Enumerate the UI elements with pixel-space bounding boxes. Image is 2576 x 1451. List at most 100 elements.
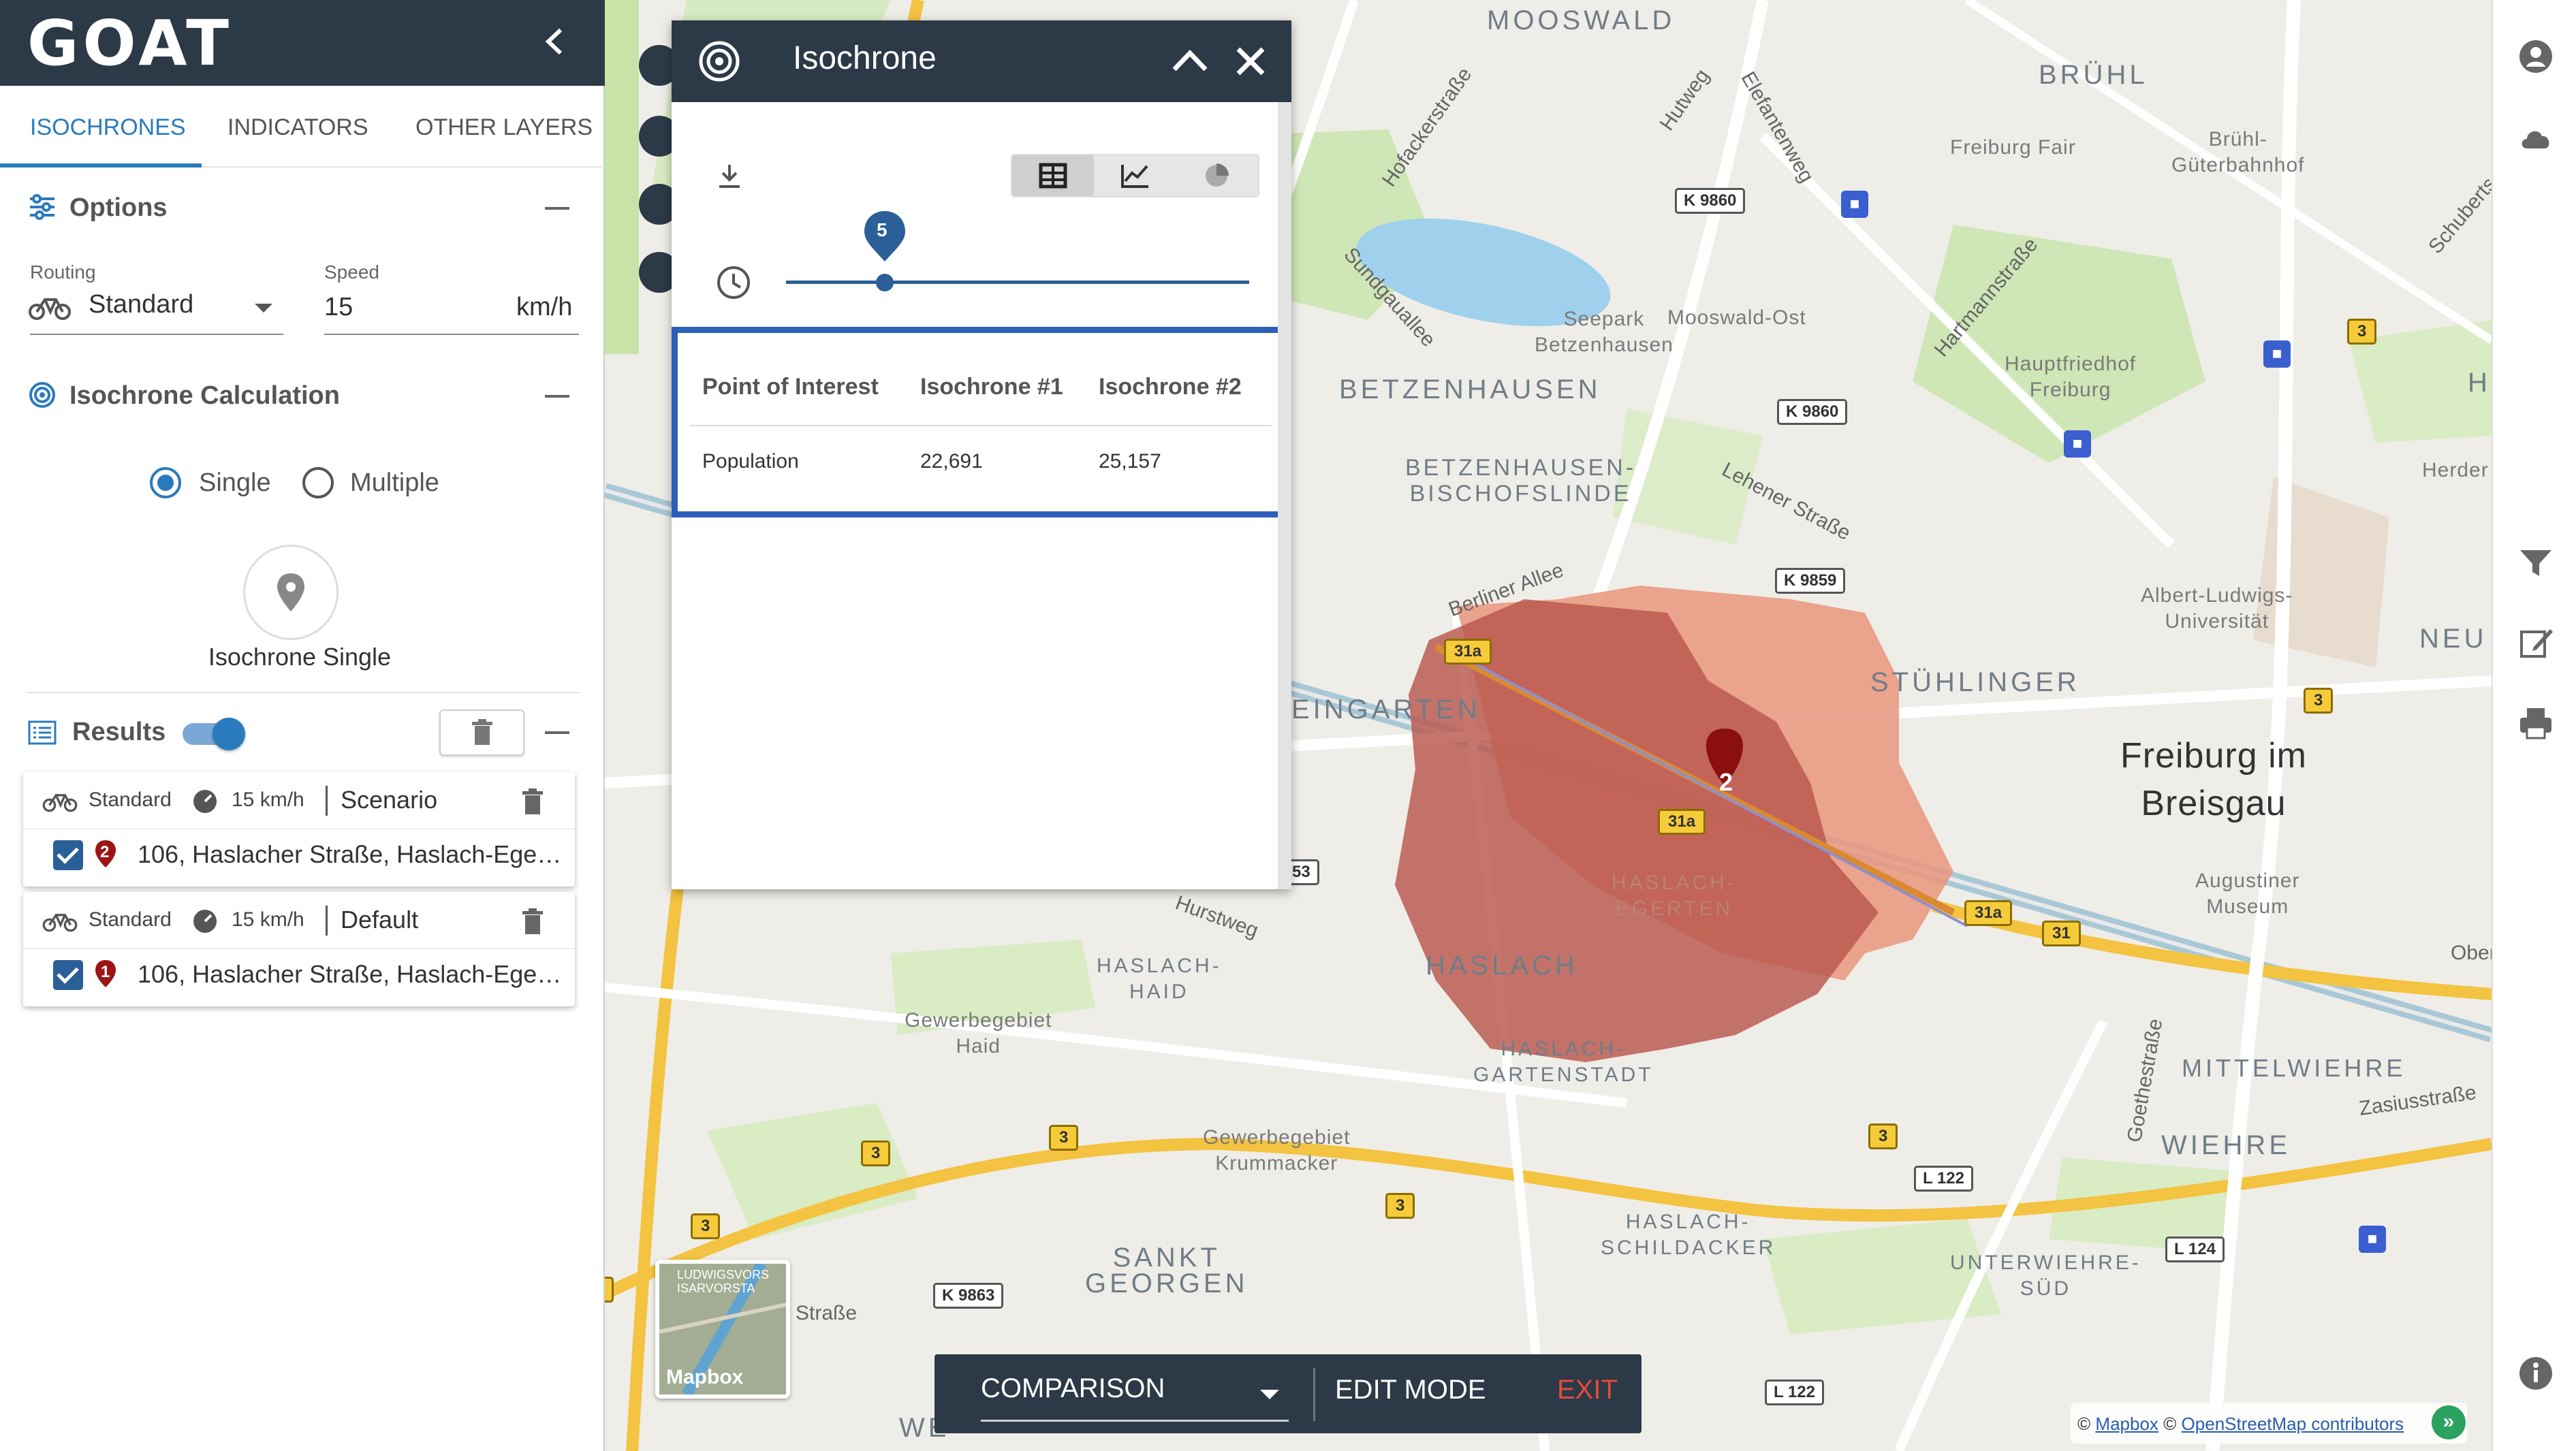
right-toolbar <box>2492 0 2576 1451</box>
basemap-thumb-label: Mapbox <box>666 1366 744 1388</box>
goat-logo: GOAT <box>27 7 234 80</box>
result-routing: Standard <box>89 908 172 931</box>
download-icon[interactable] <box>714 161 745 192</box>
mode-select[interactable]: COMPARISON <box>981 1373 1165 1404</box>
edit-mode-button[interactable]: EDIT MODE <box>1335 1375 1486 1405</box>
mode-select-underline <box>981 1420 1289 1422</box>
single-radio[interactable] <box>150 467 181 498</box>
table-header-row: Point of Interest Isochrone #1 Isochrone… <box>690 349 1272 426</box>
road-shield: L 124 <box>2165 1237 2225 1262</box>
result-card[interactable]: Standard 15 km/h Default 1 106, Haslache… <box>23 892 575 1006</box>
results-visibility-toggle[interactable] <box>183 718 245 750</box>
map-label-bruhl-guterbahnhof: Brühl- Güterbahnhof <box>2171 128 2305 176</box>
result-checkbox[interactable] <box>53 960 83 990</box>
map-label-neu: NEU <box>2419 624 2487 654</box>
tab-other-layers[interactable]: OTHER LAYERS <box>415 114 593 141</box>
table-view-button[interactable] <box>1012 155 1094 196</box>
map-label-haslach-egerten: HASLACH- EGERTEN <box>1612 872 1737 920</box>
map-label-gewerbe-haid: Gewerbegebiet Haid <box>905 1009 1052 1057</box>
collapse-panel-button[interactable] <box>541 25 569 64</box>
info-icon[interactable] <box>2517 1355 2554 1392</box>
osm-link[interactable]: OpenStreetMap contributors <box>2182 1414 2404 1434</box>
speedometer-icon <box>193 910 217 933</box>
result-type: Scenario <box>341 786 438 814</box>
result-speed: 15 km/h <box>232 788 304 811</box>
filter-icon[interactable] <box>2517 545 2554 581</box>
attribution-prefix-2: © <box>2163 1414 2177 1434</box>
attribution-expand-button[interactable]: » <box>2432 1405 2466 1439</box>
road-shield: 3 <box>1049 1125 1079 1151</box>
chevron-up-icon[interactable] <box>1170 46 1210 76</box>
map-attribution: © Mapbox © OpenStreetMap contributors » <box>2071 1403 2467 1444</box>
routing-underline <box>30 334 283 335</box>
road-shield: 3 <box>1868 1123 1898 1149</box>
speedometer-icon <box>193 790 217 813</box>
table-header: Point of Interest <box>690 349 908 426</box>
bicycle-icon <box>42 914 78 932</box>
results-table: Point of Interest Isochrone #1 Isochrone… <box>690 349 1272 496</box>
time-slider-thumb[interactable] <box>876 274 894 291</box>
list-icon <box>28 720 57 745</box>
results-collapse-button[interactable] <box>545 731 569 734</box>
multiple-radio-label: Multiple <box>350 468 439 497</box>
bicycle-icon <box>29 298 71 320</box>
bottom-bar-separator <box>1313 1368 1315 1421</box>
single-radio-label: Single <box>199 468 271 497</box>
isochrone-panel-scrollbar[interactable] <box>1278 102 1291 889</box>
routing-dropdown-icon[interactable] <box>255 304 272 313</box>
isochrone-panel-header: Isochrone <box>672 20 1291 102</box>
road-shield: K 9863 <box>933 1283 1004 1309</box>
options-collapse-button[interactable] <box>545 207 569 210</box>
basemap-thumb-text: LUDWIGSVORS ISARVORSTA <box>677 1268 770 1295</box>
exit-button[interactable]: EXIT <box>1557 1375 1618 1405</box>
result-card[interactable]: Standard 15 km/h Scenario 2 106, Haslach… <box>23 772 575 887</box>
delete-all-results-button[interactable] <box>439 709 524 756</box>
tram-stop-icon: ■ <box>1841 191 1868 218</box>
calculation-collapse-button[interactable] <box>545 395 569 398</box>
table-header: Isochrone #2 <box>1086 349 1272 426</box>
speed-input[interactable]: 15 <box>324 293 353 322</box>
result-checkbox[interactable] <box>53 840 83 870</box>
routing-select[interactable]: Standard <box>89 290 193 319</box>
brand-bar: GOAT <box>0 0 605 86</box>
sliders-icon <box>30 194 54 220</box>
road-shield: 3 <box>1385 1193 1415 1219</box>
road-shield: K 9860 <box>1777 399 1848 425</box>
edit-icon[interactable] <box>2517 625 2554 662</box>
time-slider-track[interactable] <box>786 281 1249 284</box>
map-label-strasse: Straße <box>796 1302 858 1324</box>
results-table-container: Point of Interest Isochrone #1 Isochrone… <box>672 327 1291 517</box>
road-shield: 31a <box>1964 900 2013 926</box>
map-label-oberau: Obera <box>2451 942 2492 964</box>
tab-indicators[interactable]: INDICATORS <box>227 114 368 141</box>
result-card-header: Standard 15 km/h Default <box>23 892 575 949</box>
basemap-switcher[interactable]: LUDWIGSVORS ISARVORSTA Mapbox <box>655 1260 790 1399</box>
tram-stop-icon: ■ <box>2359 1226 2386 1253</box>
cloud-icon[interactable] <box>2517 120 2554 157</box>
line-chart-view-button[interactable] <box>1094 155 1176 196</box>
mapbox-link[interactable]: Mapbox <box>2095 1414 2158 1434</box>
isochrone-single-button[interactable] <box>243 545 339 640</box>
trash-icon[interactable] <box>519 787 546 816</box>
road-shield: L 122 <box>1914 1166 1973 1192</box>
speed-label: Speed <box>324 261 379 283</box>
trash-icon[interactable] <box>519 907 546 936</box>
speed-underline <box>324 334 579 335</box>
print-icon[interactable] <box>2517 705 2554 742</box>
routing-label: Routing <box>30 261 96 283</box>
panel-tabs: ISOCHRONES INDICATORS OTHER LAYERS <box>0 86 605 168</box>
map-label-freiburg-city: Freiburg im Breisgau <box>2120 736 2307 823</box>
map-label-haslach-gartenstadt: HASLACH- GARTENSTADT <box>1473 1038 1654 1086</box>
close-icon[interactable] <box>1234 45 1267 78</box>
result-pin-number: 1 <box>101 963 110 981</box>
account-icon[interactable] <box>2517 38 2554 75</box>
map-marker-label[interactable]: 2 <box>1719 768 1733 797</box>
multiple-radio[interactable] <box>302 467 334 498</box>
result-address: 106, Haslacher Straße, Haslach-Egerten, … <box>138 960 567 988</box>
tab-isochrones[interactable]: ISOCHRONES <box>30 114 186 141</box>
section-divider <box>27 692 580 693</box>
chevron-down-icon[interactable] <box>1260 1390 1279 1399</box>
pie-chart-view-button[interactable] <box>1176 155 1257 196</box>
speed-unit: km/h <box>516 293 573 321</box>
road-shield: L 122 <box>1765 1380 1824 1405</box>
